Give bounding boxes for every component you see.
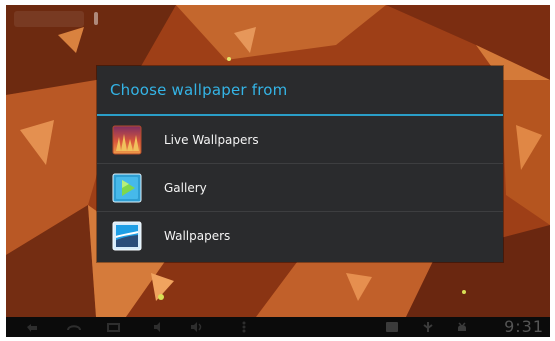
back-icon[interactable] xyxy=(24,321,40,333)
live-wallpapers-option[interactable]: Live Wallpapers xyxy=(97,116,503,164)
wallpapers-option[interactable]: Wallpapers xyxy=(97,212,503,260)
volume-down-icon[interactable] xyxy=(151,321,167,333)
live-wallpapers-label: Live Wallpapers xyxy=(164,133,259,147)
status-clock: 9:31 xyxy=(504,317,544,336)
menu-icon[interactable] xyxy=(236,321,252,333)
wallpapers-label: Wallpapers xyxy=(164,229,231,243)
tablet-screen: Choose wallpaper from Live Wallpapers Ga… xyxy=(6,5,550,337)
screenshot-notification-icon xyxy=(386,322,398,332)
live-wallpapers-icon xyxy=(112,125,142,155)
usb-icon xyxy=(423,322,433,332)
microphone-icon[interactable] xyxy=(94,12,98,25)
recent-apps-icon[interactable] xyxy=(106,321,122,333)
choose-wallpaper-dialog: Choose wallpaper from Live Wallpapers Ga… xyxy=(97,66,503,262)
google-search-widget[interactable] xyxy=(14,11,84,27)
android-debug-icon xyxy=(458,322,466,331)
system-navigation-bar: 9:31 xyxy=(6,317,550,337)
home-icon[interactable] xyxy=(66,321,82,333)
dialog-title: Choose wallpaper from xyxy=(110,81,288,99)
volume-up-icon[interactable] xyxy=(189,321,205,333)
gallery-label: Gallery xyxy=(164,181,207,195)
wallpapers-icon xyxy=(112,221,142,251)
gallery-option[interactable]: Gallery xyxy=(97,164,503,212)
wallpaper-source-list: Live Wallpapers Gallery Wallpapers xyxy=(97,116,503,262)
gallery-icon xyxy=(112,173,142,203)
